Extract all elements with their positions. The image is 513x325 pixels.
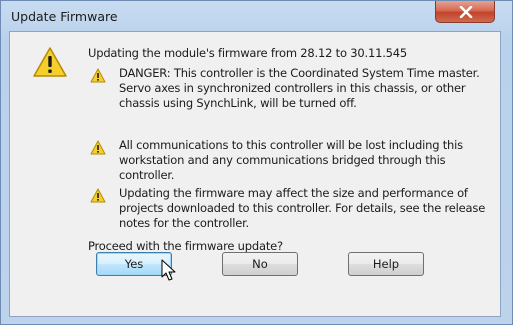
intro-text: Updating the module's firmware from 28.1… (88, 46, 407, 60)
help-button[interactable]: Help (348, 252, 424, 276)
warning-icon (90, 68, 106, 83)
no-button[interactable]: No (222, 252, 298, 276)
warning-danger-line-2: Servo axes in synchronized controllers i… (119, 81, 466, 95)
warning-communications-line-1: All communications to this controller wi… (119, 138, 463, 152)
warning-icon (90, 188, 106, 203)
update-firmware-dialog: Update Firmware Updating the module's fi… (0, 0, 513, 325)
warning-danger-line-3: chassis using SynchLink, will be turned … (119, 96, 357, 110)
warning-performance-line-1: Updating the firmware may affect the siz… (119, 186, 468, 200)
warning-icon (90, 140, 106, 155)
warning-danger-line-1: DANGER: This controller is the Coordinat… (119, 66, 480, 80)
mouse-cursor (161, 259, 176, 281)
title-bar[interactable]: Update Firmware (1, 1, 512, 31)
warning-icon (33, 47, 67, 77)
warning-performance-line-2: projects downloaded to this controller. … (119, 201, 486, 215)
warning-communications-line-2: workstation and any communications bridg… (119, 153, 446, 182)
warning-performance-line-3: notes for the controller. (119, 216, 250, 230)
dialog-title: Update Firmware (11, 9, 118, 24)
close-button[interactable] (435, 1, 495, 23)
close-icon (459, 6, 473, 18)
